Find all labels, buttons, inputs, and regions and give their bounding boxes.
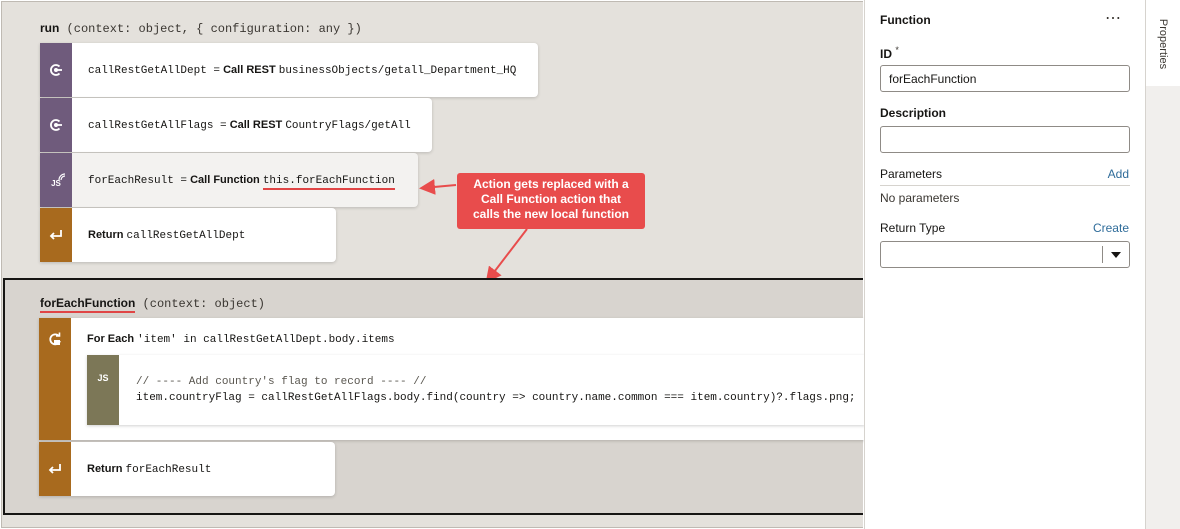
function-params: (context: object)	[142, 297, 265, 311]
function-name: forEachFunction	[40, 296, 136, 313]
local-function-frame: forEachFunction (context: object) For Ea…	[3, 278, 865, 515]
js-code: item.countryFlag = callRestGetAllFlags.b…	[136, 392, 856, 404]
javascript-action[interactable]: JS // ---- Add country's flag to record …	[87, 355, 865, 425]
parameters-label: Parameters	[880, 167, 943, 181]
return-type-select[interactable]	[880, 241, 1130, 268]
action-keyword: For Each	[87, 333, 135, 345]
select-divider	[1102, 246, 1103, 263]
parameters-divider	[880, 185, 1130, 186]
id-input[interactable]: forEachFunction	[880, 65, 1130, 92]
add-parameter-link[interactable]: Add	[1108, 167, 1129, 181]
for-each-action[interactable]: For Each 'item' in callRestGetAllDept.bo…	[39, 318, 865, 440]
annotation-callout: Action gets replaced with a Call Functio…	[457, 173, 645, 229]
create-return-type-link[interactable]: Create	[1093, 221, 1129, 235]
properties-panel: Function ⋯ ID * forEachFunction Descript…	[864, 0, 1145, 529]
return-icon	[39, 442, 71, 496]
js-comment: // ---- Add country's flag to record ---…	[136, 376, 427, 388]
chevron-down-icon	[1111, 252, 1121, 258]
return-action-function[interactable]: Return forEachResult	[39, 442, 335, 496]
function-signature: forEachFunction (context: object)	[40, 296, 265, 313]
panel-title: Function	[880, 13, 931, 27]
more-options-icon[interactable]: ⋯	[1105, 8, 1121, 28]
description-input[interactable]	[880, 126, 1130, 153]
properties-tab[interactable]: Properties	[1146, 0, 1180, 86]
required-marker: *	[895, 45, 899, 55]
action-keyword: Return	[87, 462, 123, 475]
action-target: forEachResult	[125, 463, 212, 476]
side-tab-strip: Properties	[1145, 0, 1180, 529]
return-type-label: Return Type	[880, 221, 946, 235]
description-label: Description	[880, 106, 947, 120]
id-label: ID *	[880, 45, 899, 61]
action-target: 'item' in callRestGetAllDept.body.items	[137, 334, 395, 346]
javascript-icon: JS	[87, 355, 119, 425]
no-parameters-text: No parameters	[880, 191, 960, 205]
for-each-icon	[39, 318, 71, 440]
